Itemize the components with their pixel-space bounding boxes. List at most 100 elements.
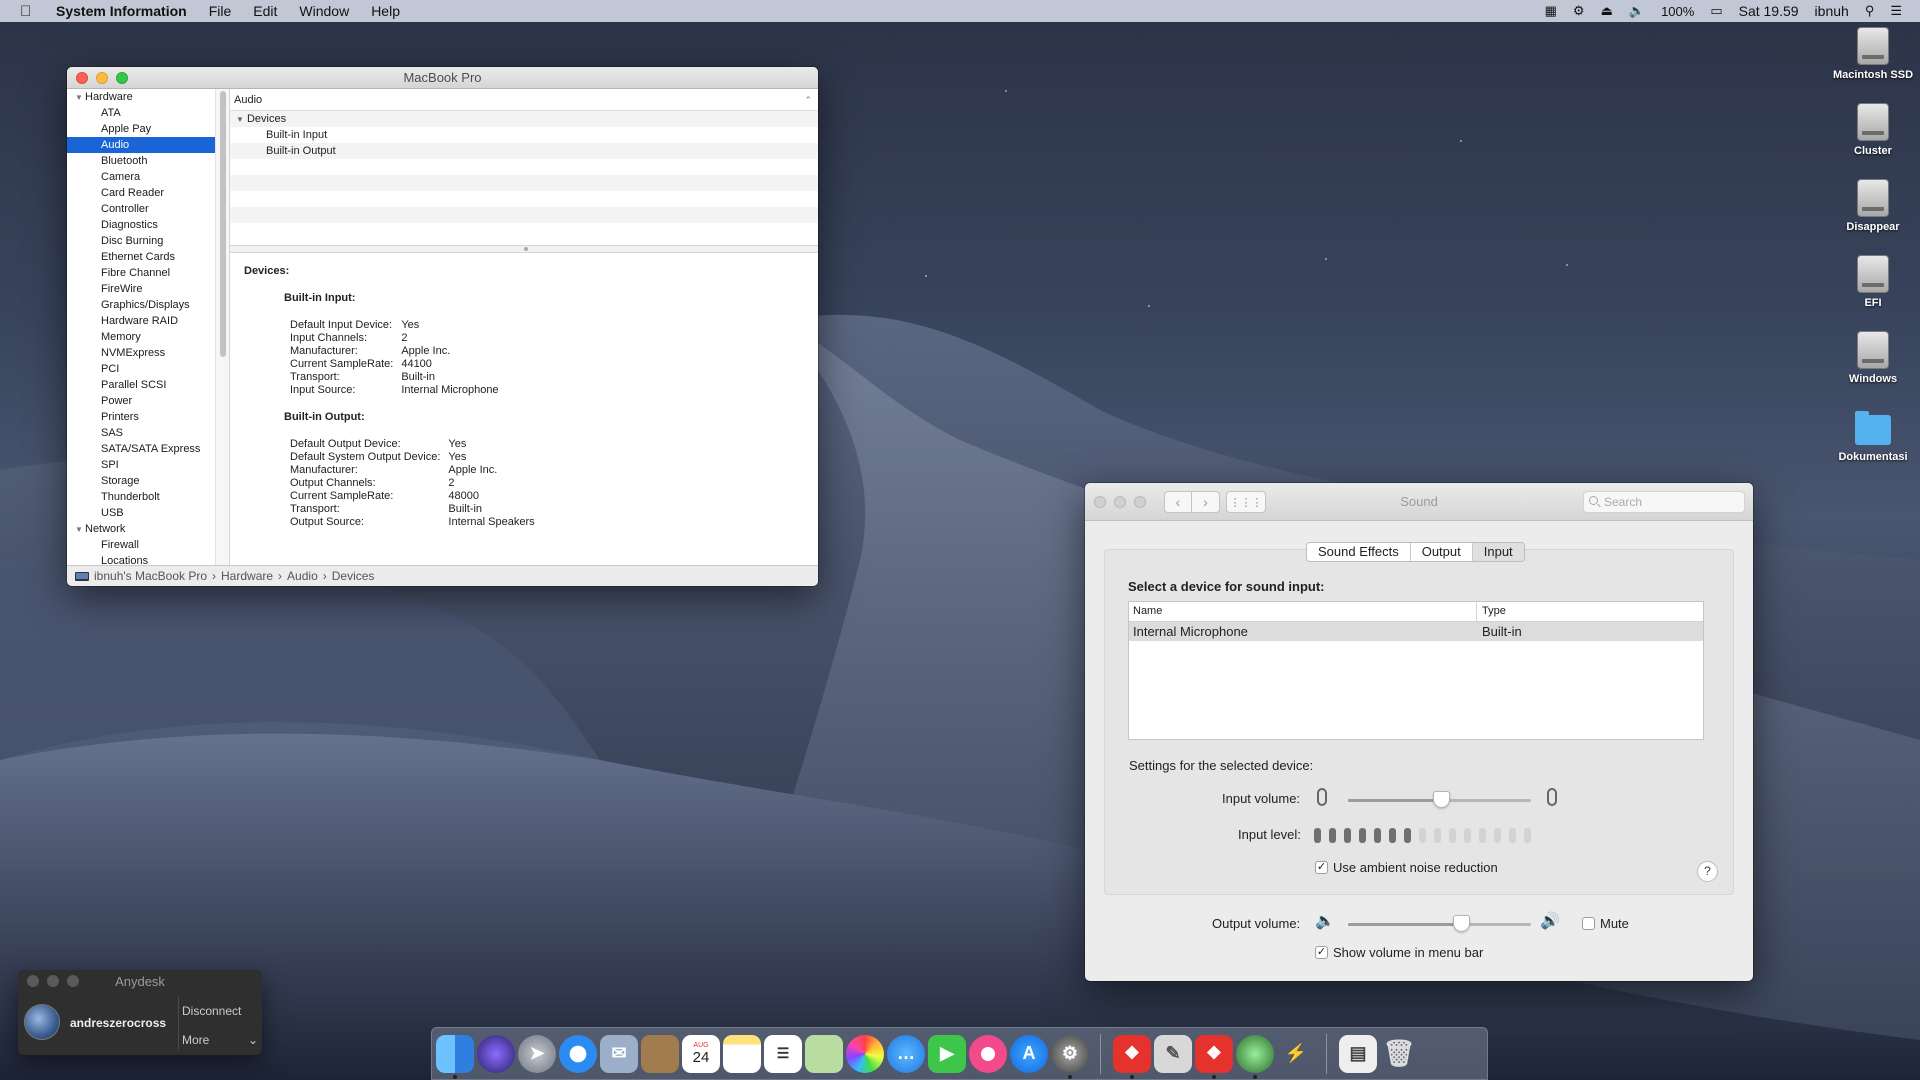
sidebar-item-parallel-scsi[interactable]: Parallel SCSI [67, 377, 229, 393]
sort-chevron-icon[interactable]: ⌃ [804, 89, 812, 111]
zoom-button[interactable] [116, 72, 128, 84]
more-button[interactable]: More ⌄ [182, 1033, 262, 1047]
notification-center-icon[interactable]: ☰ [1890, 3, 1902, 19]
battery-percent[interactable]: 100% [1661, 4, 1694, 19]
sidebar-item-printers[interactable]: Printers [67, 409, 229, 425]
path-item[interactable]: Audio [287, 569, 318, 583]
disconnect-button[interactable]: Disconnect [182, 1004, 262, 1018]
desktop-icon-disappear[interactable]: Disappear [1829, 179, 1917, 233]
sidebar-item-nvmexpress[interactable]: NVMExpress [67, 345, 229, 361]
sidebar-item-controller[interactable]: Controller [67, 201, 229, 217]
minimize-button[interactable] [1114, 496, 1126, 508]
window-titlebar[interactable]: MacBook Pro [67, 67, 818, 89]
desktop-icon-efi[interactable]: EFI [1829, 255, 1917, 309]
calendar-icon[interactable]: AUG 24 [682, 1034, 720, 1073]
desktop-icon-windows[interactable]: Windows [1829, 331, 1917, 385]
minimize-button[interactable] [47, 975, 59, 987]
sidebar-item-audio[interactable]: Audio [67, 137, 229, 153]
documents-stack-icon[interactable]: ▤ [1339, 1034, 1377, 1073]
path-item[interactable]: Devices [332, 569, 375, 583]
sidebar-item-apple-pay[interactable]: Apple Pay [67, 121, 229, 137]
photos-icon[interactable] [846, 1034, 884, 1073]
notes-icon[interactable] [723, 1034, 761, 1073]
safari-icon[interactable] [559, 1034, 597, 1073]
sidebar-item-diagnostics[interactable]: Diagnostics [67, 217, 229, 233]
battery-icon[interactable]: ▭ [1710, 3, 1722, 19]
close-button[interactable] [76, 72, 88, 84]
sidebar-item-locations[interactable]: Locations [67, 553, 229, 565]
sidebar-item-disc-burning[interactable]: Disc Burning [67, 233, 229, 249]
sidebar-item-hardware-raid[interactable]: Hardware RAID [67, 313, 229, 329]
spotlight-icon[interactable]: ⚲ [1865, 3, 1875, 19]
output-volume-thumb[interactable] [1453, 915, 1471, 932]
show-volume-checkbox[interactable]: ✓ [1315, 946, 1328, 959]
tab-output[interactable]: Output [1411, 543, 1473, 561]
reminders-icon[interactable]: ☰ [764, 1034, 802, 1073]
sidebar-item-power[interactable]: Power [67, 393, 229, 409]
system-preferences-icon[interactable]: ⚙ [1051, 1034, 1089, 1079]
menu-file[interactable]: File [209, 3, 232, 19]
menu-help[interactable]: Help [371, 3, 400, 19]
forward-button[interactable]: › [1192, 491, 1220, 513]
desktop-icon-macintosh-ssd[interactable]: Macintosh SSD [1829, 27, 1917, 81]
sidebar-item-firewire[interactable]: FireWire [67, 281, 229, 297]
disclosure-triangle-icon[interactable]: ▼ [75, 522, 85, 538]
close-button[interactable] [27, 975, 39, 987]
sidebar-item-camera[interactable]: Camera [67, 169, 229, 185]
show-all-button[interactable]: ⋮⋮⋮ [1226, 491, 1266, 513]
desktop-icon-cluster[interactable]: Cluster [1829, 103, 1917, 157]
sidebar-item-ethernet-cards[interactable]: Ethernet Cards [67, 249, 229, 265]
app-store-icon[interactable]: A [1010, 1034, 1048, 1073]
ambient-noise-checkbox[interactable]: ✓ [1315, 861, 1328, 874]
close-button[interactable] [1094, 496, 1106, 508]
help-button[interactable]: ? [1697, 861, 1718, 882]
trash-icon[interactable]: 🗑 [1380, 1035, 1418, 1073]
disclosure-triangle-icon[interactable]: ▼ [75, 90, 85, 106]
messages-icon[interactable]: … [887, 1034, 925, 1073]
contacts-icon[interactable] [641, 1034, 679, 1073]
clock[interactable]: Sat 19.59 [1739, 3, 1799, 19]
menu-window[interactable]: Window [299, 3, 349, 19]
anydesk-icon[interactable]: ❖ [1113, 1034, 1151, 1079]
table-header[interactable]: Audio ⌃ [230, 89, 818, 111]
scrollbar-thumb[interactable] [220, 91, 226, 357]
window-titlebar[interactable]: Anydesk [18, 970, 262, 992]
finder-icon[interactable] [436, 1034, 474, 1079]
search-input[interactable]: Search [1583, 491, 1745, 513]
sidebar-item-ata[interactable]: ATA [67, 105, 229, 121]
minimize-button[interactable] [96, 72, 108, 84]
tab-sound-effects[interactable]: Sound Effects [1307, 543, 1411, 561]
column-header-name[interactable]: Name [1129, 602, 1477, 621]
script-editor-icon[interactable]: ✎ [1154, 1034, 1192, 1073]
siri-icon[interactable] [477, 1034, 515, 1073]
launchpad-icon[interactable]: ➤ [518, 1034, 556, 1073]
sidebar-category-hardware[interactable]: ▼ Hardware [67, 89, 229, 105]
sidebar-item-pci[interactable]: PCI [67, 361, 229, 377]
sidebar-item-memory[interactable]: Memory [67, 329, 229, 345]
eject-icon[interactable]: ⏏ [1601, 3, 1613, 19]
window-titlebar[interactable]: ‹ › ⋮⋮⋮ Sound Search [1085, 483, 1753, 521]
usb-utility-icon[interactable]: ⚡ [1277, 1035, 1315, 1073]
sidebar-item-firewall[interactable]: Firewall [67, 537, 229, 553]
facetime-icon[interactable]: ▶ [928, 1034, 966, 1073]
sidebar-item-sata-sata-express[interactable]: SATA/SATA Express [67, 441, 229, 457]
back-button[interactable]: ‹ [1164, 491, 1192, 513]
sidebar-item-sas[interactable]: SAS [67, 425, 229, 441]
anydesk-second-icon[interactable]: ❖ [1195, 1034, 1233, 1079]
sidebar-item-graphics-displays[interactable]: Graphics/Displays [67, 297, 229, 313]
sidebar-item-fibre-channel[interactable]: Fibre Channel [67, 265, 229, 281]
pane-splitter[interactable] [230, 245, 818, 253]
apple-menu-icon[interactable]:  [20, 3, 38, 20]
sidebar-category-network[interactable]: ▼ Network [67, 521, 229, 537]
user-menu[interactable]: ibnuh [1815, 3, 1849, 19]
sidebar-item-usb[interactable]: USB [67, 505, 229, 521]
tree-item-builtin-input[interactable]: Built-in Input [230, 127, 818, 143]
activity-monitor-icon[interactable]: ▦ [1545, 3, 1557, 19]
menu-app-name[interactable]: System Information [56, 3, 187, 19]
volume-icon[interactable]: 🔈 [1629, 3, 1645, 19]
sidebar-item-bluetooth[interactable]: Bluetooth [67, 153, 229, 169]
zoom-button[interactable] [1134, 496, 1146, 508]
mute-checkbox[interactable] [1582, 917, 1595, 930]
path-item[interactable]: Hardware [221, 569, 273, 583]
sidebar-item-spi[interactable]: SPI [67, 457, 229, 473]
